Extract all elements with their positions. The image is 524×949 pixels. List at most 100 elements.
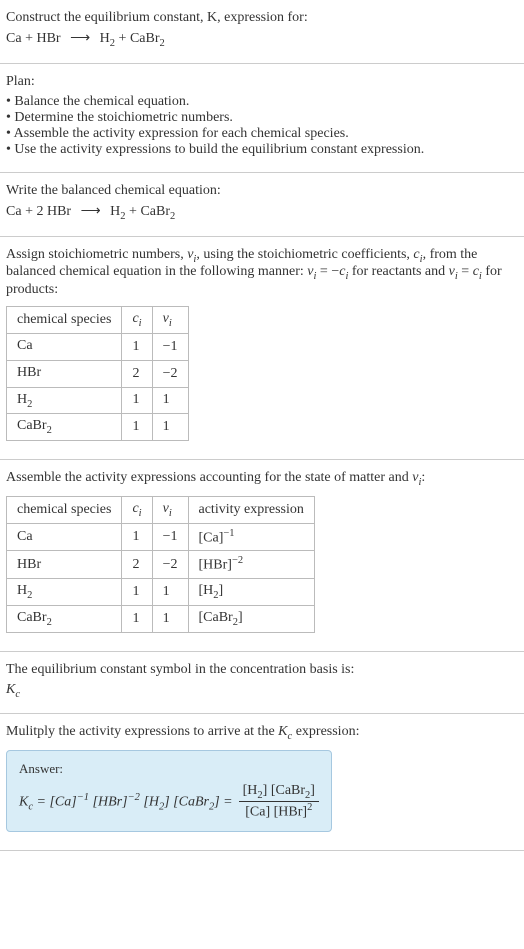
superscript: −2 xyxy=(128,792,140,803)
cell-nui: 1 xyxy=(152,579,188,606)
kc-expression: Kc = [Ca]−1 [HBr]−2 [H2] [CaBr2] = [H2] … xyxy=(19,783,319,820)
col-nui: νi xyxy=(152,307,188,334)
stoich-desc: Assign stoichiometric numbers, νi, using… xyxy=(6,247,518,299)
term: ] xyxy=(164,794,169,809)
cell-expr: [CaBr2] xyxy=(188,605,314,632)
plus: + xyxy=(126,204,141,219)
superscript: −1 xyxy=(77,792,89,803)
kc-symbol: Kc xyxy=(6,682,518,700)
plus: + xyxy=(115,31,130,46)
stoich-section: Assign stoichiometric numbers, νi, using… xyxy=(0,237,524,461)
cell-nui: −1 xyxy=(152,523,188,551)
term: [Ca] xyxy=(49,794,76,809)
cell-ci: 2 xyxy=(122,551,152,579)
species-cabr2: CaBr xyxy=(140,204,170,219)
superscript: −1 xyxy=(223,528,234,539)
subscript: 2 xyxy=(47,617,52,628)
expr-base: [Ca] xyxy=(199,530,224,545)
species: HBr xyxy=(17,365,41,380)
answer-section: Mulitply the activity expressions to arr… xyxy=(0,714,524,850)
text: for reactants and xyxy=(348,264,448,279)
cell-ci: 1 xyxy=(122,523,152,551)
table-row: HBr 2 −2 [HBr]−2 xyxy=(7,551,315,579)
denominator: [Ca] [HBr]2 xyxy=(241,802,316,821)
species-hbr: HBr xyxy=(36,31,60,46)
cell-nui: 1 xyxy=(152,387,188,414)
activity-table: chemical species ci νi activity expressi… xyxy=(6,496,315,633)
cell-species: HBr xyxy=(7,360,122,387)
species-h2: H xyxy=(100,31,110,46)
cell-ci: 1 xyxy=(122,579,152,606)
cell-ci: 2 xyxy=(122,360,152,387)
species-cabr2: CaBr xyxy=(130,31,160,46)
subscript: 2 xyxy=(27,398,32,409)
plan-section: Plan: Balance the chemical equation. Det… xyxy=(0,64,524,173)
species: Ca xyxy=(17,529,33,544)
col-ci: ci xyxy=(122,496,152,523)
cell-species: HBr xyxy=(7,551,122,579)
cell-nui: 1 xyxy=(152,605,188,632)
cell-expr: [H2] xyxy=(188,579,314,606)
plan-item: Determine the stoichiometric numbers. xyxy=(6,110,518,126)
subscript: 2 xyxy=(27,590,32,601)
cell-ci: 1 xyxy=(122,605,152,632)
subscript: c xyxy=(15,688,20,699)
answer-label: Answer: xyxy=(19,761,319,777)
intro-section: Construct the equilibrium constant, K, e… xyxy=(0,0,524,64)
table-row: CaBr2 1 1 [CaBr2] xyxy=(7,605,315,632)
term: [H xyxy=(143,794,159,809)
activity-desc: Assemble the activity expressions accoun… xyxy=(6,470,518,488)
cell-species: CaBr2 xyxy=(7,605,122,632)
intro-prompt: Construct the equilibrium constant, K, e… xyxy=(6,10,518,26)
kc-left: Kc = [Ca]−1 [HBr]−2 [H2] [CaBr2] = xyxy=(19,792,233,812)
balanced-equation: Ca + 2 HBr ⟶ H2 + CaBr2 xyxy=(6,203,518,222)
term: [HBr] xyxy=(93,794,128,809)
term: ] xyxy=(310,783,315,798)
term: [CaBr xyxy=(173,794,209,809)
k-symbol: K xyxy=(278,724,287,739)
balanced-title: Write the balanced chemical equation: xyxy=(6,183,518,199)
cell-nui: −1 xyxy=(152,333,188,360)
text: Assign stoichiometric numbers, xyxy=(6,247,187,262)
species-hbr: HBr xyxy=(43,204,71,219)
superscript: 2 xyxy=(307,802,312,813)
intro-text: Construct the equilibrium constant, K, e… xyxy=(6,10,308,25)
superscript: −2 xyxy=(232,555,243,566)
cell-nui: −2 xyxy=(152,551,188,579)
cell-species: Ca xyxy=(7,333,122,360)
symbol-desc: The equilibrium constant symbol in the c… xyxy=(6,662,518,678)
answer-box: Answer: Kc = [Ca]−1 [HBr]−2 [H2] [CaBr2]… xyxy=(6,750,332,831)
subscript: i xyxy=(139,508,142,519)
cell-species: CaBr2 xyxy=(7,414,122,441)
subscript: i xyxy=(169,508,172,519)
table-row: Ca 1 −1 [Ca]−1 xyxy=(7,523,315,551)
expr-base: [HBr] xyxy=(199,558,232,573)
subscript: i xyxy=(169,318,172,329)
cell-species: Ca xyxy=(7,523,122,551)
text: : xyxy=(421,470,425,485)
unbalanced-equation: Ca + HBr ⟶ H2 + CaBr2 xyxy=(6,30,518,49)
cell-ci: 1 xyxy=(122,387,152,414)
activity-section: Assemble the activity expressions accoun… xyxy=(0,460,524,652)
expr-base: ] xyxy=(219,583,224,598)
col-species: chemical species xyxy=(7,496,122,523)
text: Assemble the activity expressions accoun… xyxy=(6,470,412,485)
table-row: H2 1 1 xyxy=(7,387,189,414)
cell-species: H2 xyxy=(7,387,122,414)
cell-ci: 1 xyxy=(122,414,152,441)
plus: + xyxy=(22,31,37,46)
term: [H xyxy=(243,783,258,798)
table-header-row: chemical species ci νi xyxy=(7,307,189,334)
species: CaBr xyxy=(17,610,47,625)
text: = xyxy=(458,264,473,279)
species: CaBr xyxy=(17,418,47,433)
table-row: H2 1 1 [H2] xyxy=(7,579,315,606)
term: [HBr] xyxy=(270,805,307,820)
subscript: 2 xyxy=(47,425,52,436)
fraction: [H2] [CaBr2] [Ca] [HBr]2 xyxy=(239,783,319,820)
table-header-row: chemical species ci νi activity expressi… xyxy=(7,496,315,523)
species: H xyxy=(17,583,27,598)
plan-item: Use the activity expressions to build th… xyxy=(6,142,518,158)
k-symbol: K xyxy=(6,682,15,697)
cell-species: H2 xyxy=(7,579,122,606)
